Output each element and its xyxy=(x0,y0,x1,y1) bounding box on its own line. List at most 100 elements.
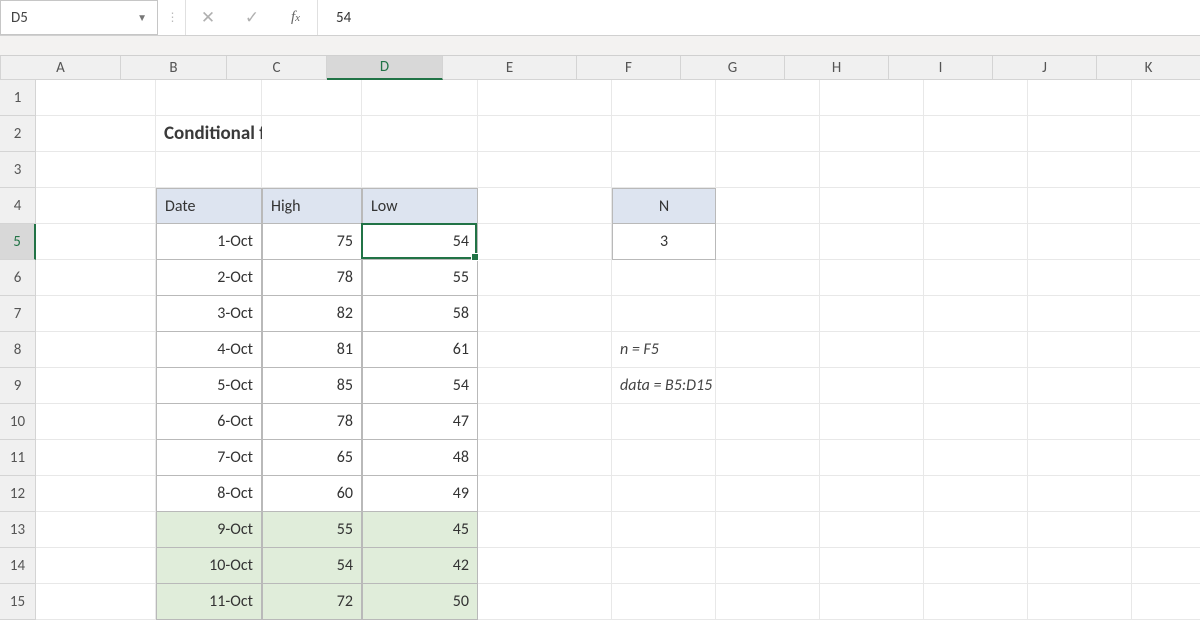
cell-A4[interactable] xyxy=(36,188,156,224)
cell-D3[interactable] xyxy=(362,152,478,188)
cell-K1[interactable] xyxy=(1132,80,1200,116)
cell-G15[interactable] xyxy=(716,584,820,620)
cell-A6[interactable] xyxy=(36,260,156,296)
table-cell-high-0[interactable]: 75 xyxy=(262,224,362,260)
cell-G12[interactable] xyxy=(716,476,820,512)
cell-J2[interactable] xyxy=(1028,116,1132,152)
cells-area[interactable]: Conditional formatting last n rowsDateHi… xyxy=(36,80,1200,620)
row-header-2[interactable]: 2 xyxy=(0,116,36,152)
table-cell-low-7[interactable]: 49 xyxy=(362,476,478,512)
cell-F3[interactable] xyxy=(612,152,716,188)
table-cell-high-7[interactable]: 60 xyxy=(262,476,362,512)
cell-K15[interactable] xyxy=(1132,584,1200,620)
cell-A12[interactable] xyxy=(36,476,156,512)
cell-H4[interactable] xyxy=(820,188,924,224)
formula-input[interactable]: 54 xyxy=(318,0,1200,35)
cell-D1[interactable] xyxy=(362,80,478,116)
cell-E10[interactable] xyxy=(478,404,612,440)
cell-I9[interactable] xyxy=(924,368,1028,404)
cell-I7[interactable] xyxy=(924,296,1028,332)
cell-F1[interactable] xyxy=(612,80,716,116)
table-header-low[interactable]: Low xyxy=(362,188,478,224)
cell-H10[interactable] xyxy=(820,404,924,440)
cell-J13[interactable] xyxy=(1028,512,1132,548)
cell-G10[interactable] xyxy=(716,404,820,440)
cell-J4[interactable] xyxy=(1028,188,1132,224)
cell-H12[interactable] xyxy=(820,476,924,512)
cell-A15[interactable] xyxy=(36,584,156,620)
cell-A13[interactable] xyxy=(36,512,156,548)
cell-G2[interactable] xyxy=(716,116,820,152)
enter-button[interactable]: ✓ xyxy=(230,0,274,35)
table-cell-date-5[interactable]: 6-Oct xyxy=(156,404,262,440)
cell-I5[interactable] xyxy=(924,224,1028,260)
column-header-K[interactable]: K xyxy=(1097,56,1200,80)
cell-K11[interactable] xyxy=(1132,440,1200,476)
row-header-11[interactable]: 11 xyxy=(0,440,36,476)
table-cell-low-8[interactable]: 45 xyxy=(362,512,478,548)
cell-E8[interactable] xyxy=(478,332,612,368)
column-header-G[interactable]: G xyxy=(681,56,785,80)
cell-A2[interactable] xyxy=(36,116,156,152)
cell-J7[interactable] xyxy=(1028,296,1132,332)
cell-E14[interactable] xyxy=(478,548,612,584)
cell-G8[interactable] xyxy=(716,332,820,368)
table-cell-high-4[interactable]: 85 xyxy=(262,368,362,404)
cell-H2[interactable] xyxy=(820,116,924,152)
cell-K12[interactable] xyxy=(1132,476,1200,512)
cell-J1[interactable] xyxy=(1028,80,1132,116)
cell-J10[interactable] xyxy=(1028,404,1132,440)
cell-I2[interactable] xyxy=(924,116,1028,152)
cell-A9[interactable] xyxy=(36,368,156,404)
cell-A3[interactable] xyxy=(36,152,156,188)
row-header-13[interactable]: 13 xyxy=(0,512,36,548)
cell-C2[interactable] xyxy=(262,116,362,152)
cell-E15[interactable] xyxy=(478,584,612,620)
row-header-14[interactable]: 14 xyxy=(0,548,36,584)
cell-I6[interactable] xyxy=(924,260,1028,296)
cell-E11[interactable] xyxy=(478,440,612,476)
cell-F12[interactable] xyxy=(612,476,716,512)
table-cell-date-4[interactable]: 5-Oct xyxy=(156,368,262,404)
cell-J5[interactable] xyxy=(1028,224,1132,260)
cell-K3[interactable] xyxy=(1132,152,1200,188)
cell-H6[interactable] xyxy=(820,260,924,296)
cell-G6[interactable] xyxy=(716,260,820,296)
cell-A10[interactable] xyxy=(36,404,156,440)
cell-E3[interactable] xyxy=(478,152,612,188)
cell-C3[interactable] xyxy=(262,152,362,188)
table-cell-high-5[interactable]: 78 xyxy=(262,404,362,440)
table-cell-high-8[interactable]: 55 xyxy=(262,512,362,548)
cell-I11[interactable] xyxy=(924,440,1028,476)
cell-J9[interactable] xyxy=(1028,368,1132,404)
table-cell-low-4[interactable]: 54 xyxy=(362,368,478,404)
cell-A7[interactable] xyxy=(36,296,156,332)
table-cell-low-2[interactable]: 58 xyxy=(362,296,478,332)
table-cell-low-5[interactable]: 47 xyxy=(362,404,478,440)
cell-J14[interactable] xyxy=(1028,548,1132,584)
row-header-3[interactable]: 3 xyxy=(0,152,36,188)
table-cell-date-3[interactable]: 4-Oct xyxy=(156,332,262,368)
table-cell-low-1[interactable]: 55 xyxy=(362,260,478,296)
cell-J11[interactable] xyxy=(1028,440,1132,476)
table-cell-date-0[interactable]: 1-Oct xyxy=(156,224,262,260)
table-cell-date-7[interactable]: 8-Oct xyxy=(156,476,262,512)
cell-F11[interactable] xyxy=(612,440,716,476)
table-cell-high-10[interactable]: 72 xyxy=(262,584,362,620)
row-header-6[interactable]: 6 xyxy=(0,260,36,296)
row-header-8[interactable]: 8 xyxy=(0,332,36,368)
cell-H14[interactable] xyxy=(820,548,924,584)
cell-G7[interactable] xyxy=(716,296,820,332)
cell-G9[interactable] xyxy=(716,368,820,404)
row-header-7[interactable]: 7 xyxy=(0,296,36,332)
cell-B3[interactable] xyxy=(156,152,262,188)
cell-K5[interactable] xyxy=(1132,224,1200,260)
cell-K4[interactable] xyxy=(1132,188,1200,224)
cell-J15[interactable] xyxy=(1028,584,1132,620)
cell-G11[interactable] xyxy=(716,440,820,476)
cell-H7[interactable] xyxy=(820,296,924,332)
cell-F7[interactable] xyxy=(612,296,716,332)
cell-A8[interactable] xyxy=(36,332,156,368)
row-header-10[interactable]: 10 xyxy=(0,404,36,440)
cell-E9[interactable] xyxy=(478,368,612,404)
